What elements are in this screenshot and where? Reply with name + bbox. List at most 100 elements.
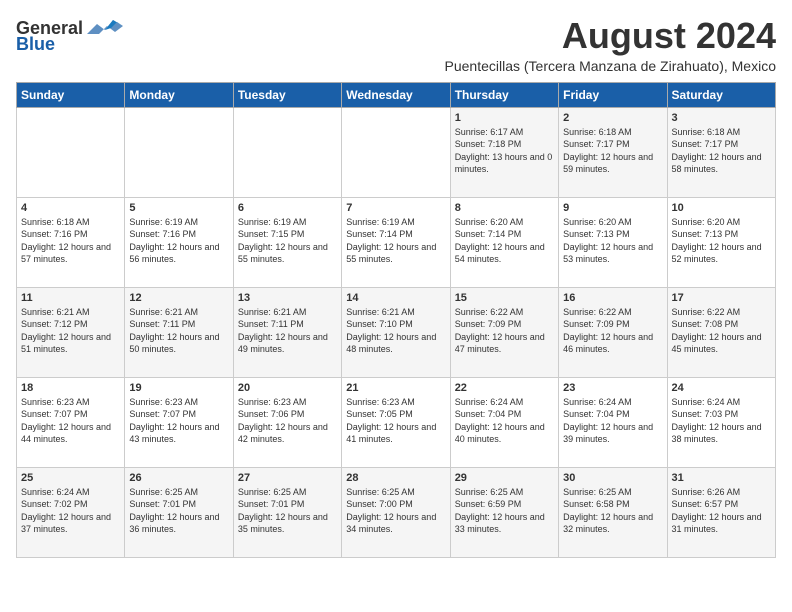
calendar-cell-w3d3: 21 Sunrise: 6:23 AMSunset: 7:05 PMDayligh… (342, 377, 450, 467)
calendar-subtitle: Puentecillas (Tercera Manzana de Zirahua… (445, 58, 777, 74)
day-number: 28 (346, 472, 445, 484)
calendar-cell-w4d3: 28 Sunrise: 6:25 AMSunset: 7:00 PMDayligh… (342, 467, 450, 557)
day-info: Sunrise: 6:18 AMSunset: 7:17 PMDaylight:… (672, 126, 771, 176)
day-info: Sunrise: 6:22 AMSunset: 7:09 PMDaylight:… (563, 306, 662, 356)
day-info: Sunrise: 6:19 AMSunset: 7:15 PMDaylight:… (238, 216, 337, 266)
calendar-cell-w0d1 (125, 107, 233, 197)
day-number: 17 (672, 292, 771, 304)
calendar-cell-w1d0: 4 Sunrise: 6:18 AMSunset: 7:16 PMDaylight… (17, 197, 125, 287)
day-info: Sunrise: 6:24 AMSunset: 7:03 PMDaylight:… (672, 396, 771, 446)
calendar-cell-w3d2: 20Sunrise: 6:23 AMSunset: 7:06 PMDayligh… (233, 377, 341, 467)
calendar-cell-w0d6: 3 Sunrise: 6:18 AMSunset: 7:17 PMDaylight… (667, 107, 775, 197)
weekday-header-wednesday: Wednesday (342, 82, 450, 107)
calendar-cell-w2d1: 12Sunrise: 6:21 AMSunset: 7:11 PMDayligh… (125, 287, 233, 377)
calendar-cell-w4d4: 29 Sunrise: 6:25 AMSunset: 6:59 PMDayligh… (450, 467, 558, 557)
calendar-cell-w2d3: 14 Sunrise: 6:21 AMSunset: 7:10 PMDayligh… (342, 287, 450, 377)
calendar-cell-w2d2: 13 Sunrise: 6:21 AMSunset: 7:11 PMDayligh… (233, 287, 341, 377)
day-number: 8 (455, 202, 554, 214)
weekday-header-tuesday: Tuesday (233, 82, 341, 107)
calendar-cell-w1d2: 6Sunrise: 6:19 AMSunset: 7:15 PMDaylight… (233, 197, 341, 287)
calendar-cell-w2d5: 16 Sunrise: 6:22 AMSunset: 7:09 PMDayligh… (559, 287, 667, 377)
day-info: Sunrise: 6:20 AMSunset: 7:13 PMDaylight:… (672, 216, 771, 266)
day-info: Sunrise: 6:20 AMSunset: 7:13 PMDaylight:… (563, 216, 662, 266)
day-number: 3 (672, 112, 771, 124)
day-number: 16 (563, 292, 662, 304)
day-number: 5 (129, 202, 228, 214)
day-info: Sunrise: 6:24 AMSunset: 7:04 PMDaylight:… (455, 396, 554, 446)
day-info: Sunrise: 6:24 AMSunset: 7:04 PMDaylight:… (563, 396, 662, 446)
weekday-header-sunday: Sunday (17, 82, 125, 107)
day-number: 4 (21, 202, 120, 214)
weekday-header-thursday: Thursday (450, 82, 558, 107)
weekday-header-friday: Friday (559, 82, 667, 107)
day-info: Sunrise: 6:18 AMSunset: 7:17 PMDaylight:… (563, 126, 662, 176)
day-info: Sunrise: 6:22 AMSunset: 7:08 PMDaylight:… (672, 306, 771, 356)
day-number: 23 (563, 382, 662, 394)
day-info: Sunrise: 6:20 AMSunset: 7:14 PMDaylight:… (455, 216, 554, 266)
calendar-cell-w2d4: 15 Sunrise: 6:22 AMSunset: 7:09 PMDayligh… (450, 287, 558, 377)
day-number: 21 (346, 382, 445, 394)
calendar-cell-w4d6: 31 Sunrise: 6:26 AMSunset: 6:57 PMDayligh… (667, 467, 775, 557)
day-info: Sunrise: 6:21 AMSunset: 7:10 PMDaylight:… (346, 306, 445, 356)
day-number: 14 (346, 292, 445, 304)
calendar-cell-w1d5: 9 Sunrise: 6:20 AMSunset: 7:13 PMDaylight… (559, 197, 667, 287)
day-info: Sunrise: 6:17 AMSunset: 7:18 PMDaylight:… (455, 126, 554, 176)
calendar-cell-w1d6: 10Sunrise: 6:20 AMSunset: 7:13 PMDayligh… (667, 197, 775, 287)
day-info: Sunrise: 6:19 AMSunset: 7:16 PMDaylight:… (129, 216, 228, 266)
calendar-cell-w0d0 (17, 107, 125, 197)
calendar-cell-w4d5: 30Sunrise: 6:25 AMSunset: 6:58 PMDayligh… (559, 467, 667, 557)
day-number: 29 (455, 472, 554, 484)
day-number: 22 (455, 382, 554, 394)
calendar-cell-w3d5: 23 Sunrise: 6:24 AMSunset: 7:04 PMDayligh… (559, 377, 667, 467)
calendar-cell-w0d5: 2 Sunrise: 6:18 AMSunset: 7:17 PMDaylight… (559, 107, 667, 197)
day-info: Sunrise: 6:24 AMSunset: 7:02 PMDaylight:… (21, 486, 120, 536)
calendar-cell-w2d6: 17 Sunrise: 6:22 AMSunset: 7:08 PMDayligh… (667, 287, 775, 377)
day-number: 27 (238, 472, 337, 484)
day-info: Sunrise: 6:23 AMSunset: 7:07 PMDaylight:… (21, 396, 120, 446)
day-info: Sunrise: 6:25 AMSunset: 6:59 PMDaylight:… (455, 486, 554, 536)
calendar-cell-w0d4: 1 Sunrise: 6:17 AMSunset: 7:18 PMDaylight… (450, 107, 558, 197)
day-number: 9 (563, 202, 662, 214)
calendar-cell-w3d1: 19Sunrise: 6:23 AMSunset: 7:07 PMDayligh… (125, 377, 233, 467)
day-info: Sunrise: 6:22 AMSunset: 7:09 PMDaylight:… (455, 306, 554, 356)
weekday-header-saturday: Saturday (667, 82, 775, 107)
title-area: August 2024 Puentecillas (Tercera Manzan… (445, 16, 777, 74)
calendar-cell-w3d0: 18 Sunrise: 6:23 AMSunset: 7:07 PMDayligh… (17, 377, 125, 467)
day-number: 15 (455, 292, 554, 304)
calendar-cell-w4d1: 26 Sunrise: 6:25 AMSunset: 7:01 PMDayligh… (125, 467, 233, 557)
calendar-table: SundayMondayTuesdayWednesdayThursdayFrid… (16, 82, 776, 558)
calendar-cell-w3d6: 24 Sunrise: 6:24 AMSunset: 7:03 PMDayligh… (667, 377, 775, 467)
calendar-cell-w0d3 (342, 107, 450, 197)
day-number: 1 (455, 112, 554, 124)
day-number: 18 (21, 382, 120, 394)
calendar-cell-w4d2: 27 Sunrise: 6:25 AMSunset: 7:01 PMDayligh… (233, 467, 341, 557)
header: General Blue August 2024 Puentecillas (T… (16, 16, 776, 74)
day-number: 7 (346, 202, 445, 214)
weekday-header-monday: Monday (125, 82, 233, 107)
day-info: Sunrise: 6:18 AMSunset: 7:16 PMDaylight:… (21, 216, 120, 266)
day-info: Sunrise: 6:21 AMSunset: 7:11 PMDaylight:… (238, 306, 337, 356)
day-number: 26 (129, 472, 228, 484)
day-number: 31 (672, 472, 771, 484)
day-info: Sunrise: 6:25 AMSunset: 7:00 PMDaylight:… (346, 486, 445, 536)
day-info: Sunrise: 6:25 AMSunset: 7:01 PMDaylight:… (129, 486, 228, 536)
day-number: 11 (21, 292, 120, 304)
day-info: Sunrise: 6:21 AMSunset: 7:11 PMDaylight:… (129, 306, 228, 356)
calendar-cell-w3d4: 22 Sunrise: 6:24 AMSunset: 7:04 PMDayligh… (450, 377, 558, 467)
day-info: Sunrise: 6:19 AMSunset: 7:14 PMDaylight:… (346, 216, 445, 266)
day-info: Sunrise: 6:23 AMSunset: 7:06 PMDaylight:… (238, 396, 337, 446)
day-number: 25 (21, 472, 120, 484)
day-number: 24 (672, 382, 771, 394)
day-number: 13 (238, 292, 337, 304)
day-info: Sunrise: 6:26 AMSunset: 6:57 PMDaylight:… (672, 486, 771, 536)
day-info: Sunrise: 6:23 AMSunset: 7:05 PMDaylight:… (346, 396, 445, 446)
day-info: Sunrise: 6:25 AMSunset: 7:01 PMDaylight:… (238, 486, 337, 536)
calendar-cell-w2d0: 11 Sunrise: 6:21 AMSunset: 7:12 PMDayligh… (17, 287, 125, 377)
day-info: Sunrise: 6:21 AMSunset: 7:12 PMDaylight:… (21, 306, 120, 356)
day-number: 2 (563, 112, 662, 124)
logo-bird-icon (87, 16, 123, 40)
calendar-cell-w4d0: 25 Sunrise: 6:24 AMSunset: 7:02 PMDayligh… (17, 467, 125, 557)
calendar-cell-w1d3: 7 Sunrise: 6:19 AMSunset: 7:14 PMDaylight… (342, 197, 450, 287)
day-info: Sunrise: 6:25 AMSunset: 6:58 PMDaylight:… (563, 486, 662, 536)
calendar-cell-w1d1: 5 Sunrise: 6:19 AMSunset: 7:16 PMDaylight… (125, 197, 233, 287)
